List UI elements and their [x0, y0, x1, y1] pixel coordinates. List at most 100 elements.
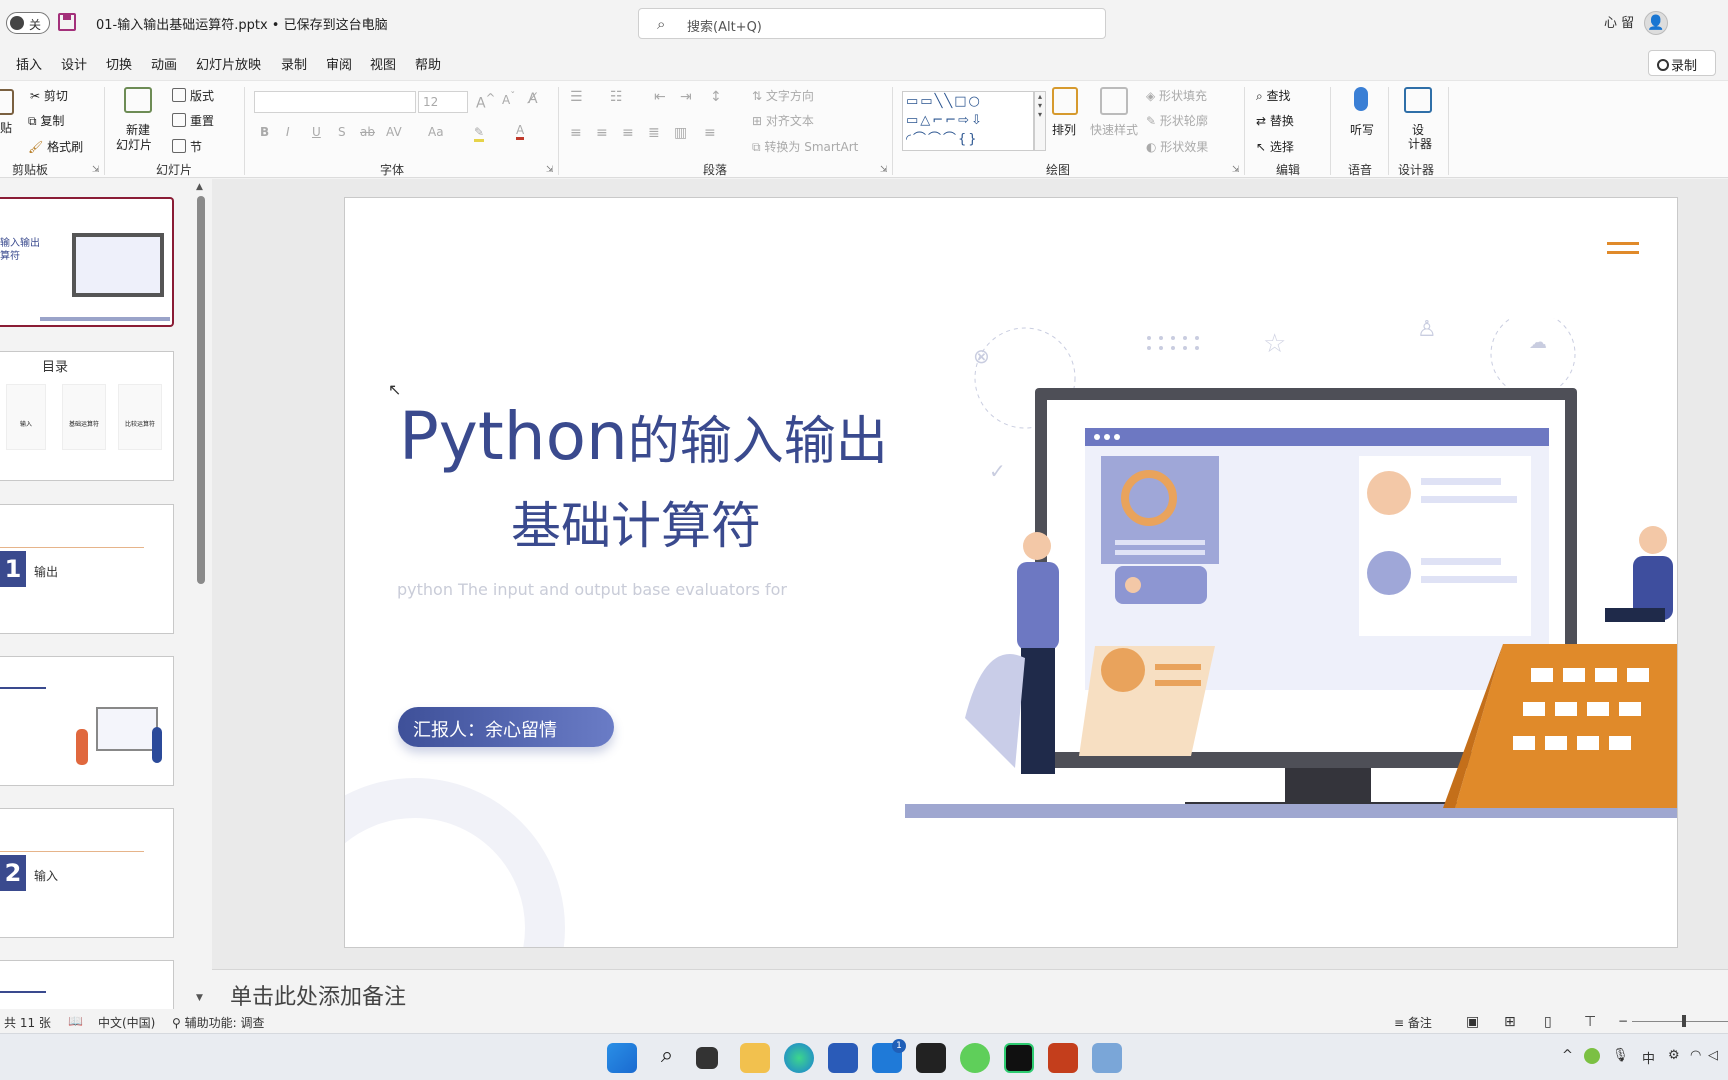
shadow-button[interactable]: S — [338, 125, 346, 139]
document-title[interactable]: 01-输入输出基础运算符.pptx • 已保存到这台电脑 — [96, 14, 388, 33]
mail-icon[interactable]: 1 — [872, 1039, 906, 1073]
paragraph-launcher-icon[interactable]: ⇲ — [880, 165, 888, 175]
shapes-gallery-scroll[interactable]: ▴ ▾ ▾ — [1034, 91, 1046, 151]
thumbnail-scrollbar[interactable] — [197, 196, 205, 584]
slide-thumbnail-5[interactable]: 2 输入 — [0, 808, 174, 938]
shape-effects-button[interactable]: ◐ 形状效果 — [1146, 138, 1208, 155]
slide-count[interactable]: 共 11 张 — [4, 1014, 51, 1031]
shrink-font-icon[interactable]: Aˇ — [502, 91, 515, 107]
slide-title-line-1[interactable]: Python的输入输出 — [399, 398, 888, 475]
char-spacing-button[interactable]: AV — [386, 125, 402, 139]
arrange-icon[interactable] — [1052, 87, 1078, 115]
tab-animations[interactable]: 动画 — [151, 54, 177, 73]
dictate-label[interactable]: 听写 — [1350, 121, 1374, 138]
tab-record[interactable]: 录制 — [281, 54, 307, 73]
italic-button[interactable]: I — [286, 125, 290, 139]
shape-fill-button[interactable]: ◈ 形状填充 — [1146, 87, 1207, 104]
avatar[interactable]: 👤 — [1644, 11, 1668, 35]
windows-start-icon[interactable] — [607, 1043, 637, 1073]
user-name[interactable]: 心 留 — [1604, 12, 1634, 31]
search-icon[interactable]: ⌕ — [652, 1043, 682, 1073]
numbering-icon[interactable]: ☷ — [610, 89, 623, 105]
language-indicator[interactable]: 中文(中国) — [98, 1014, 155, 1031]
align-left-icon[interactable]: ≡ — [570, 125, 582, 141]
slide-thumbnail-4[interactable] — [0, 656, 174, 786]
tray-chevron-icon[interactable]: ^ — [1562, 1048, 1573, 1063]
slide-sorter-icon[interactable]: ⊞ — [1504, 1014, 1516, 1030]
tab-review[interactable]: 审阅 — [326, 54, 352, 73]
tab-transitions[interactable]: 切换 — [106, 54, 132, 73]
underline-button[interactable]: U — [312, 125, 321, 139]
app-icon[interactable] — [1092, 1043, 1122, 1073]
pycharm-icon[interactable] — [1004, 1043, 1034, 1073]
presenter-badge[interactable]: 汇报人：余心留情 — [398, 707, 614, 747]
grow-font-icon[interactable]: A^ — [476, 91, 495, 112]
increase-indent-icon[interactable]: ⇥ — [680, 89, 692, 105]
wechat-icon[interactable] — [960, 1043, 990, 1073]
quick-styles-icon[interactable] — [1100, 87, 1128, 115]
slide-thumbnail-1[interactable]: 输入输出 算符 — [0, 197, 174, 327]
tray-mic-icon[interactable]: 🎙 — [1612, 1048, 1629, 1063]
strikethrough-button[interactable]: ab — [360, 125, 375, 139]
microphone-icon[interactable] — [1354, 87, 1368, 111]
find-button[interactable]: ⌕ 查找 — [1256, 87, 1291, 104]
tab-view[interactable]: 视图 — [370, 54, 396, 73]
text-direction-button[interactable]: ⇅ 文字方向 — [752, 87, 814, 104]
font-color-button[interactable]: A — [516, 123, 525, 140]
chevron-down-icon[interactable]: ⌄ — [364, 15, 372, 26]
paste-label[interactable]: 贴 — [0, 119, 12, 136]
reset-button[interactable]: 重置 — [172, 112, 214, 129]
justify-icon[interactable]: ≣ — [648, 125, 660, 141]
shapes-gallery[interactable]: ▭▭╲╲□○ ▭△⌐⌐⇨⇩ ◜⌒⌒⌒{} — [902, 91, 1034, 151]
select-button[interactable]: ↖ 选择 — [1256, 138, 1294, 155]
autosave-toggle[interactable]: 关 — [6, 12, 50, 34]
align-right-icon[interactable]: ≡ — [622, 125, 634, 141]
font-family-dropdown[interactable] — [254, 91, 416, 113]
clipboard-launcher-icon[interactable]: ⇲ — [92, 165, 100, 175]
quick-styles-label[interactable]: 快速样式 — [1090, 121, 1138, 138]
task-view-icon[interactable] — [696, 1047, 718, 1069]
distribute-icon[interactable]: ≡ — [704, 125, 716, 141]
tab-help[interactable]: 帮助 — [415, 54, 441, 73]
align-center-icon[interactable]: ≡ — [596, 125, 608, 141]
zoom-out-icon[interactable]: − — [1618, 1014, 1628, 1028]
copy-button[interactable]: ⧉ 复制 — [28, 112, 64, 129]
store-icon[interactable] — [828, 1043, 858, 1073]
replace-button[interactable]: ⇄ 替换 — [1256, 112, 1294, 129]
align-text-button[interactable]: ⊞ 对齐文本 — [752, 112, 814, 129]
spellcheck-icon[interactable]: 📖 — [68, 1014, 83, 1028]
section-button[interactable]: 节 — [172, 138, 202, 155]
wifi-icon[interactable]: ◠ — [1690, 1048, 1701, 1063]
tray-app-icon[interactable] — [1584, 1048, 1600, 1064]
slide-subtitle[interactable]: python The input and output base evaluat… — [397, 580, 787, 599]
designer-label-2[interactable]: 计器 — [1408, 135, 1432, 152]
font-size-dropdown[interactable]: 12 — [418, 91, 468, 113]
record-button[interactable]: 录制 — [1648, 50, 1716, 76]
layout-button[interactable]: 版式 — [172, 87, 214, 104]
new-slide-icon[interactable] — [124, 87, 152, 113]
zoom-slider[interactable] — [1632, 1021, 1728, 1022]
powerpoint-icon[interactable] — [1048, 1043, 1078, 1073]
input-method-indicator[interactable]: 中 — [1642, 1048, 1655, 1067]
slideshow-view-icon[interactable]: ⊤ — [1584, 1014, 1596, 1030]
font-launcher-icon[interactable]: ⇲ — [546, 165, 554, 175]
epic-games-icon[interactable] — [916, 1043, 946, 1073]
notes-button[interactable]: ≡ 备注 — [1394, 1014, 1432, 1031]
smartart-button[interactable]: ⧉ 转换为 SmartArt — [752, 138, 858, 155]
tray-ime-icon[interactable]: ⚙ — [1668, 1048, 1680, 1063]
slide-title-line-2[interactable]: 基础计算符 — [511, 486, 761, 558]
zoom-slider-handle[interactable] — [1682, 1015, 1686, 1027]
scroll-up-icon[interactable]: ▲ — [196, 182, 203, 192]
tab-slideshow[interactable]: 幻灯片放映 — [196, 54, 261, 73]
slide-thumbnail-2[interactable]: 目录 输入 基础运算符 比较运算符 — [0, 351, 174, 481]
notes-pane[interactable]: 单击此处添加备注 — [212, 969, 1728, 1010]
change-case-button[interactable]: Aa — [428, 125, 444, 139]
columns-icon[interactable]: ▥ — [674, 125, 687, 141]
reading-view-icon[interactable]: ▯ — [1544, 1014, 1552, 1030]
new-slide-label-2[interactable]: 幻灯片 — [116, 136, 152, 153]
cut-button[interactable]: ✂ 剪切 — [30, 87, 68, 104]
scroll-down-icon[interactable]: ▼ — [196, 993, 203, 1003]
save-icon[interactable] — [58, 13, 76, 31]
designer-icon[interactable] — [1404, 87, 1432, 113]
search-box[interactable]: ⌕ 搜索(Alt+Q) — [638, 8, 1106, 39]
